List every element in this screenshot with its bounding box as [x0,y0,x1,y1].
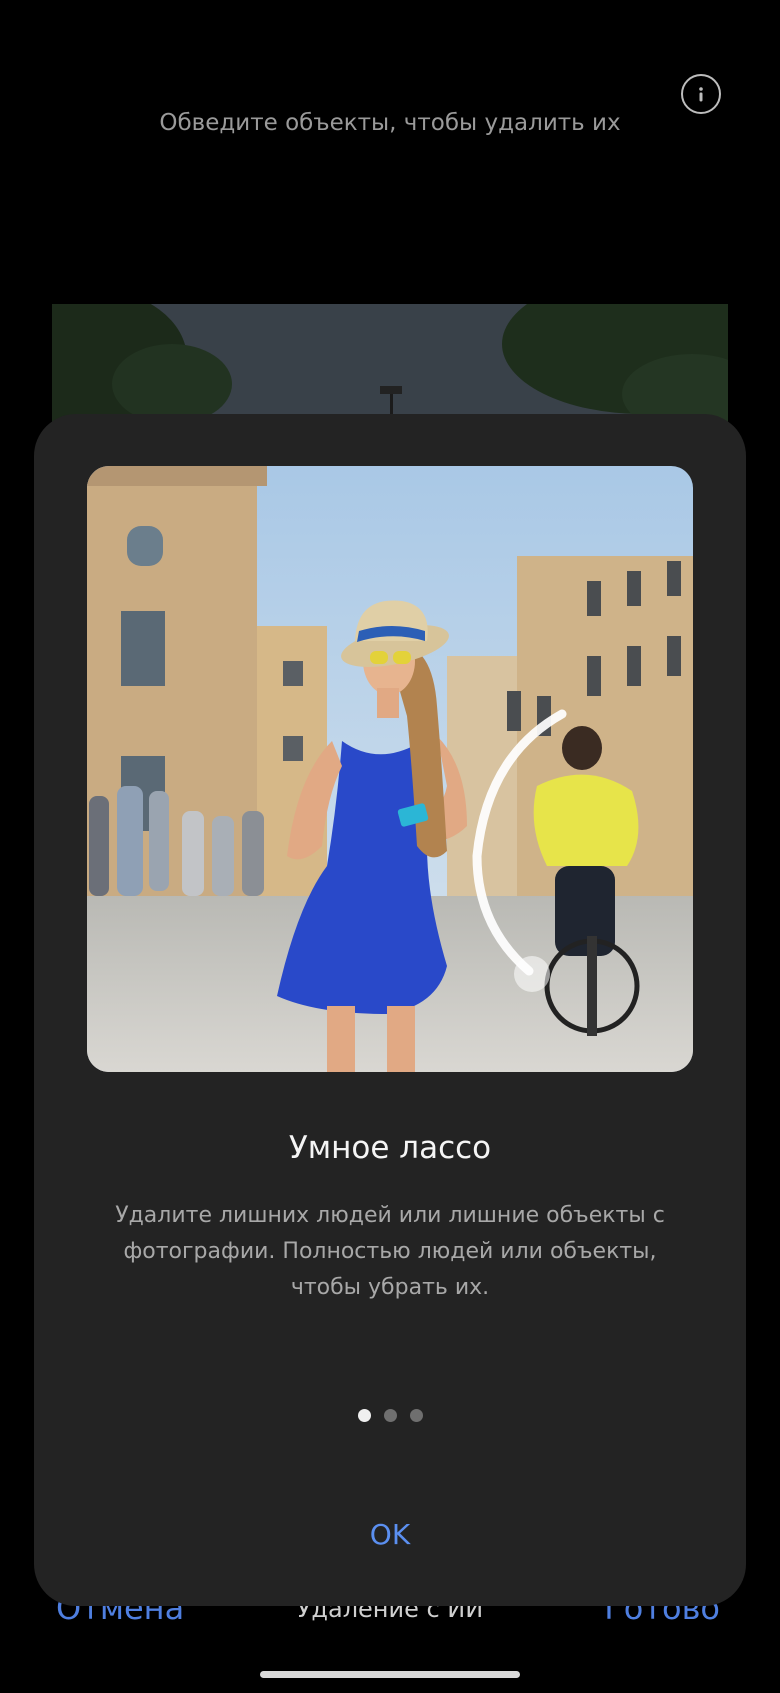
photo-preview [52,304,728,424]
info-icon [699,87,703,102]
ok-button[interactable]: OK [290,1504,490,1564]
info-button[interactable] [681,74,721,114]
smart-lasso-dialog: Умное лассо Удалите лишних людей или лиш… [34,414,746,1606]
demo-illustration [87,466,693,1072]
dialog-description: Удалите лишних людей или лишние объекты … [115,1203,665,1300]
page-dot-2[interactable] [383,1409,397,1422]
dialog-title: Умное лассо [288,1130,492,1166]
home-indicator[interactable] [260,1671,520,1678]
page-dot-1[interactable] [357,1409,371,1422]
page-dot-3[interactable] [409,1409,423,1422]
page-indicator [34,1409,746,1422]
instruction-hint: Обведите объекты, чтобы удалить их [159,110,621,136]
